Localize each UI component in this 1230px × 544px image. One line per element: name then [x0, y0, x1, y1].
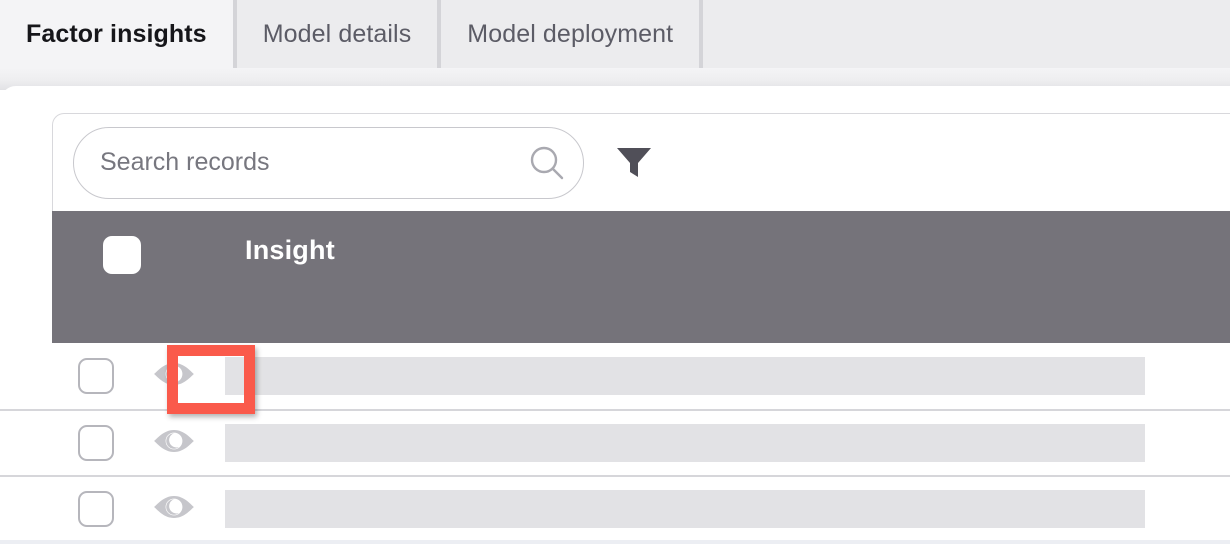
row-preview-cell[interactable] — [140, 360, 208, 393]
table-header: Insight — [52, 211, 1230, 343]
tab-bar-filler — [703, 0, 1230, 68]
tab-model-deployment-label: Model deployment — [467, 19, 674, 48]
table-body — [0, 343, 1230, 543]
row-content-placeholder — [225, 357, 1145, 395]
row-select-cell[interactable] — [52, 425, 140, 461]
row-checkbox[interactable] — [78, 425, 114, 461]
table-row[interactable] — [0, 409, 1230, 475]
eye-icon[interactable] — [153, 493, 195, 526]
select-all-checkbox[interactable] — [103, 236, 141, 274]
row-content-placeholder — [225, 490, 1145, 528]
tab-bar: Factor insights Model details Model depl… — [0, 0, 1230, 69]
search-icon[interactable] — [519, 127, 575, 199]
row-select-cell[interactable] — [52, 358, 140, 394]
tab-model-deployment[interactable]: Model deployment — [441, 0, 704, 68]
row-preview-cell[interactable] — [140, 427, 208, 460]
app-root: Factor insights Model details Model depl… — [0, 0, 1230, 544]
eye-icon[interactable] — [153, 427, 195, 460]
content-card: Insight — [0, 86, 1230, 544]
filter-funnel-icon[interactable] — [612, 141, 656, 185]
search-input[interactable] — [74, 148, 519, 177]
row-content-placeholder — [225, 424, 1145, 462]
table-row[interactable] — [0, 475, 1230, 541]
row-checkbox[interactable] — [78, 491, 114, 527]
toolbar-panel — [52, 113, 1230, 211]
tab-factor-insights-label: Factor insights — [26, 19, 207, 48]
select-all-cell[interactable] — [52, 211, 192, 274]
row-select-cell[interactable] — [52, 491, 140, 527]
eye-icon[interactable] — [153, 360, 195, 393]
row-checkbox[interactable] — [78, 358, 114, 394]
search-box[interactable] — [73, 126, 584, 199]
tab-model-details-label: Model details — [262, 19, 412, 48]
column-header-insight[interactable]: Insight — [245, 211, 335, 266]
table-row[interactable] — [0, 343, 1230, 409]
row-preview-cell[interactable] — [140, 493, 208, 526]
tab-model-details[interactable]: Model details — [236, 0, 442, 68]
page-background-strip — [0, 540, 1230, 544]
tab-factor-insights[interactable]: Factor insights — [0, 0, 237, 69]
